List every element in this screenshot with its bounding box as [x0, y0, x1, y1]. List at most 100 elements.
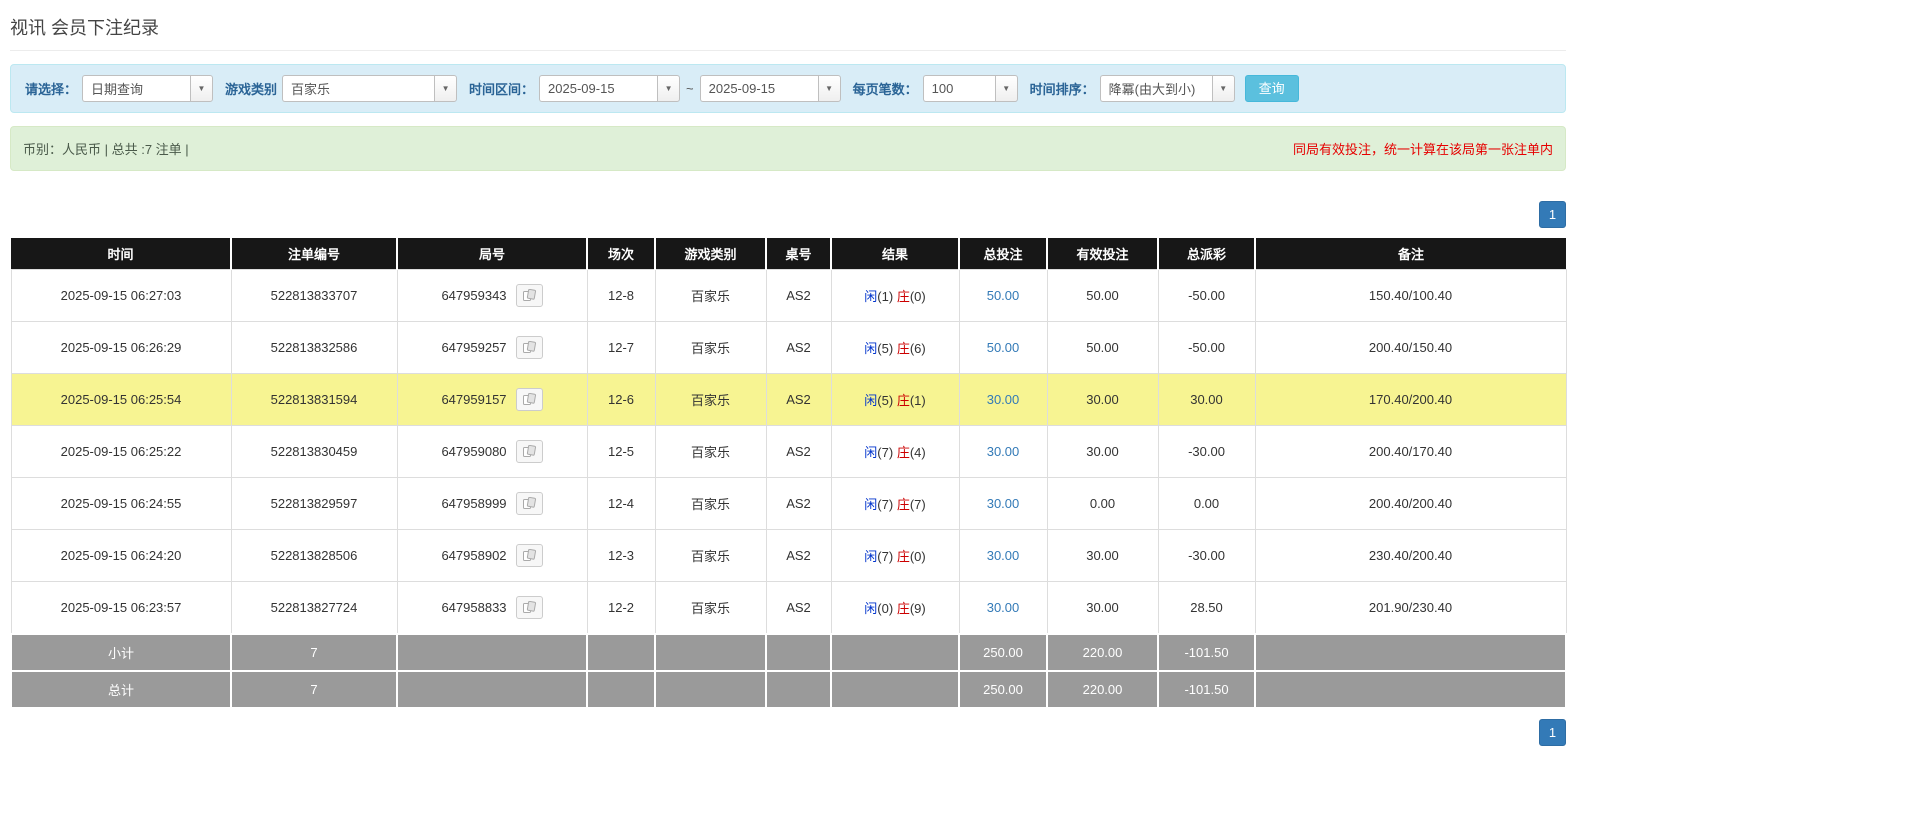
summary-empty: [1254, 670, 1567, 709]
cell-bet-id: 522813827724: [230, 581, 398, 635]
round-replay-icon[interactable]: [515, 388, 543, 411]
cell-round: 647959157: [396, 373, 588, 426]
summary-total-bet: 250.00: [958, 670, 1048, 709]
page-size-combobox: ▼: [922, 75, 1018, 102]
cell-payout: 0.00: [1157, 477, 1256, 530]
page-header: 视讯 会员下注纪录: [10, 14, 1566, 51]
summary-empty: [830, 670, 960, 709]
pagination-top: 1: [10, 201, 1566, 228]
banker-label: 庄: [896, 601, 910, 616]
player-count: (5): [877, 393, 894, 408]
chevron-down-icon[interactable]: ▼: [434, 75, 458, 102]
summary-empty: [586, 633, 656, 672]
total-bet-link[interactable]: 30.00: [987, 548, 1020, 563]
cell-result: 闲(7) 庄(7): [830, 477, 960, 530]
summary-empty: [586, 670, 656, 709]
player-label: 闲: [864, 289, 878, 304]
page-number-button[interactable]: 1: [1539, 201, 1566, 228]
round-replay-icon[interactable]: [515, 544, 543, 567]
player-label: 闲: [864, 497, 878, 512]
round-number: 647959080: [441, 444, 507, 459]
column-header: 游戏类别: [655, 238, 767, 270]
cell-time: 2025-09-15 06:23:57: [10, 581, 232, 635]
cell-note: 200.40/170.40: [1254, 425, 1567, 478]
summary-count: 7: [230, 633, 398, 672]
cell-time: 2025-09-15 06:25:54: [10, 373, 232, 426]
cell-total-bet: 50.00: [958, 321, 1048, 374]
column-header: 场次: [587, 238, 656, 270]
summary-total-bet: 250.00: [958, 633, 1048, 672]
search-button[interactable]: 查询: [1244, 75, 1299, 102]
summary-empty: [765, 670, 832, 709]
table-row: 2025-09-15 06:24:20 522813828506 647958902…: [10, 529, 1567, 582]
player-label: 闲: [864, 549, 878, 564]
chevron-down-icon[interactable]: ▼: [657, 75, 681, 102]
currency-total-text: 币别：人民币 | 总共 :7 注单 |: [23, 142, 189, 157]
cell-note: 170.40/200.40: [1254, 373, 1567, 426]
select-mode-input[interactable]: [82, 75, 191, 102]
total-bet-link[interactable]: 30.00: [987, 392, 1020, 407]
table-footer: 小计 7 250.00 220.00 -101.50 总计 7 250.00 220.00 -10…: [10, 633, 1567, 709]
round-replay-icon[interactable]: [515, 492, 543, 515]
chevron-down-icon[interactable]: ▼: [1211, 75, 1235, 102]
bets-table: 时间 注单编号 局号 场次 游戏类别 桌号 结果 总投注 有效投注 总派彩 备注 2025-09-1…: [10, 238, 1567, 709]
summary-empty: [830, 633, 960, 672]
player-label: 闲: [864, 601, 878, 616]
round-replay-icon[interactable]: [515, 596, 543, 619]
round-replay-icon[interactable]: [515, 336, 543, 359]
cell-table-no: AS2: [765, 581, 832, 635]
column-header: 备注: [1255, 238, 1566, 270]
date-to-input[interactable]: [699, 75, 818, 102]
cell-valid-bet: 50.00: [1046, 321, 1159, 374]
time-sort-input[interactable]: [1099, 75, 1212, 102]
cell-valid-bet: 50.00: [1046, 269, 1159, 322]
round-replay-icon[interactable]: [515, 440, 543, 463]
cell-round: 647959257: [396, 321, 588, 374]
total-bet-link[interactable]: 30.00: [987, 444, 1020, 459]
cell-total-bet: 30.00: [958, 425, 1048, 478]
player-label: 闲: [864, 341, 878, 356]
table-row: 2025-09-15 06:25:22 522813830459 647959080…: [10, 425, 1567, 478]
cell-bet-id: 522813831594: [230, 373, 398, 426]
cell-time: 2025-09-15 06:24:55: [10, 477, 232, 530]
cell-session: 12-8: [586, 269, 656, 322]
cell-bet-id: 522813828506: [230, 529, 398, 582]
date-range-label: 时间区间：: [469, 82, 535, 97]
page-size-label: 每页笔数：: [852, 82, 918, 97]
total-bet-link[interactable]: 50.00: [987, 288, 1020, 303]
cell-table-no: AS2: [765, 373, 832, 426]
page-number-button[interactable]: 1: [1539, 719, 1566, 746]
cell-valid-bet: 30.00: [1046, 373, 1159, 426]
cell-round: 647959080: [396, 425, 588, 478]
game-type-input[interactable]: [282, 75, 435, 102]
banker-label: 庄: [896, 445, 910, 460]
date-from-input[interactable]: [539, 75, 658, 102]
chevron-down-icon[interactable]: ▼: [190, 75, 214, 102]
cell-payout: 28.50: [1157, 581, 1256, 635]
table-row: 2025-09-15 06:27:03 522813833707 647959343…: [10, 269, 1567, 322]
total-bet-link[interactable]: 30.00: [987, 600, 1020, 615]
page-size-input[interactable]: [922, 75, 995, 102]
chevron-down-icon[interactable]: ▼: [994, 75, 1018, 102]
player-label: 闲: [864, 393, 878, 408]
summary-empty: [654, 633, 767, 672]
summary-bar: 币别：人民币 | 总共 :7 注单 | 同局有效投注，统一计算在该局第一张注单内: [10, 126, 1566, 171]
table-row: 2025-09-15 06:25:54 522813831594 647959157…: [10, 373, 1567, 426]
chevron-down-icon[interactable]: ▼: [817, 75, 841, 102]
cell-bet-id: 522813829597: [230, 477, 398, 530]
time-sort-label: 时间排序：: [1029, 82, 1095, 97]
cell-result: 闲(5) 庄(6): [830, 321, 960, 374]
banker-count: (0): [909, 289, 926, 304]
round-replay-icon[interactable]: [515, 284, 543, 307]
cell-bet-id: 522813830459: [230, 425, 398, 478]
total-bet-link[interactable]: 30.00: [987, 496, 1020, 511]
banker-count: (9): [909, 601, 926, 616]
filter-bar: 请选择： ▼ 游戏类别 ▼ 时间区间： ▼ ~ ▼ 每页笔数： ▼ 时间排序： …: [10, 64, 1566, 113]
cell-time: 2025-09-15 06:25:22: [10, 425, 232, 478]
total-bet-link[interactable]: 50.00: [987, 340, 1020, 355]
cell-session: 12-5: [586, 425, 656, 478]
cell-table-no: AS2: [765, 269, 832, 322]
total-row: 总计 7 250.00 220.00 -101.50: [10, 670, 1567, 709]
banker-count: (7): [909, 497, 926, 512]
table-row: 2025-09-15 06:24:55 522813829597 647958999…: [10, 477, 1567, 530]
